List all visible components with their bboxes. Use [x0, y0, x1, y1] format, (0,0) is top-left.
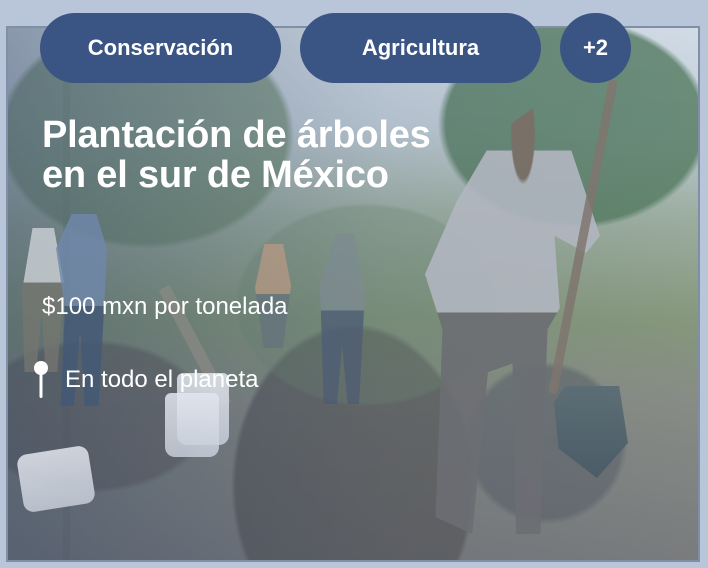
project-price: $100 mxn por tonelada: [42, 293, 288, 320]
tag-conservation-label: Conservación: [87, 35, 234, 60]
shovel-handle: [548, 79, 618, 395]
tag-conservation[interactable]: Conservación: [40, 13, 281, 83]
shovel-icon: [548, 79, 640, 480]
more-tags-count: +2: [582, 35, 609, 60]
worker-figure: [320, 234, 366, 404]
project-card[interactable]: Conservación Agricultura +2 Plantación d…: [0, 0, 708, 568]
bucket: [165, 393, 219, 457]
bag: [15, 444, 97, 514]
tag-agriculture[interactable]: Agricultura: [300, 13, 541, 83]
tag-agriculture-label: Agricultura: [361, 35, 480, 60]
project-location-label: En todo el planeta: [65, 366, 259, 393]
more-tags-button[interactable]: +2: [560, 13, 631, 83]
shovel-blade: [554, 386, 628, 478]
project-location: En todo el planeta: [31, 359, 259, 401]
project-title: Plantación de árboles en el sur de Méxic…: [42, 114, 431, 196]
map-pin-icon: [34, 361, 48, 398]
